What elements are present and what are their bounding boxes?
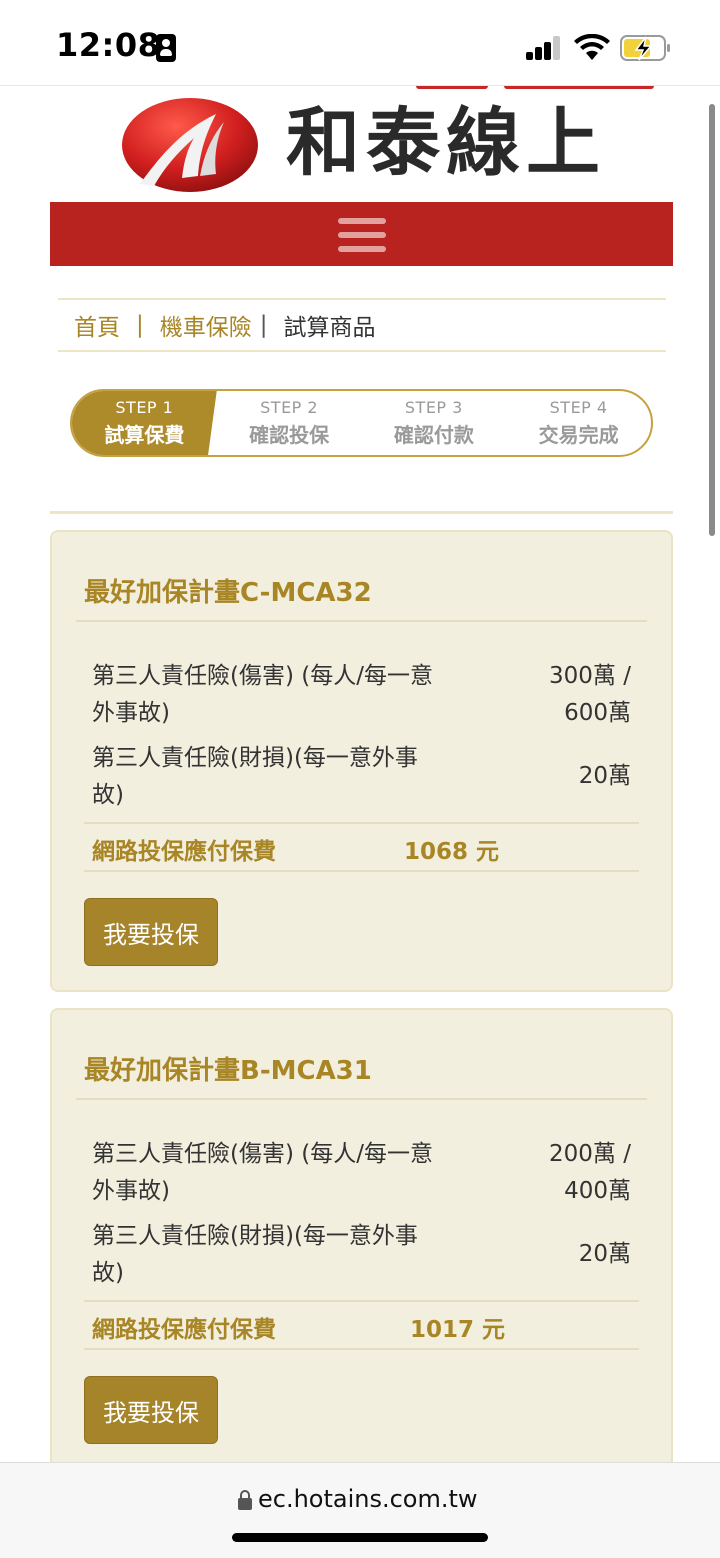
coverage-name: 第三人責任險(財損)(每一意外事 故) xyxy=(92,740,482,814)
step-number: STEP 4 xyxy=(549,398,608,417)
signal-icon xyxy=(526,36,562,60)
coverage-name-line: 外事故) xyxy=(92,700,170,726)
wifi-icon xyxy=(574,34,610,60)
coverage-value-line: 300萬 / xyxy=(549,663,631,689)
plan-title: 最好加保計畫B-MCA31 xyxy=(84,1056,372,1086)
coverage-row: 第三人責任險(財損)(每一意外事 故) 20萬 xyxy=(92,740,631,814)
coverage-value-line: 400萬 xyxy=(564,1178,631,1204)
plan-card: 最好加保計畫C-MCA32 第三人責任險(傷害) (每人/每一意 外事故) 30… xyxy=(50,530,673,992)
apply-insurance-button[interactable]: 我要投保 xyxy=(84,1376,218,1444)
breadcrumb-separator: | xyxy=(136,312,144,338)
main-nav-bar xyxy=(50,202,673,266)
step-number: STEP 1 xyxy=(115,398,174,417)
apply-insurance-button[interactable]: 我要投保 xyxy=(84,898,218,966)
breadcrumb-current: 試算商品 xyxy=(283,315,376,341)
divider xyxy=(76,1098,647,1100)
step-number: STEP 3 xyxy=(404,398,463,417)
coverage-value: 20萬 xyxy=(511,758,631,795)
coverage-name-line: 第三人責任險(財損)(每一意外事 xyxy=(92,745,418,771)
coverage-name: 第三人責任險(財損)(每一意外事 故) xyxy=(92,1218,482,1292)
battery-charging-icon xyxy=(620,35,670,61)
step-number: STEP 2 xyxy=(260,398,319,417)
coverage-value-line: 20萬 xyxy=(578,1241,631,1267)
divider xyxy=(50,511,673,514)
lock-icon xyxy=(238,1490,252,1510)
logo-mark-icon xyxy=(122,98,258,192)
breadcrumb: 首頁 | 機車保險 | 試算商品 xyxy=(58,298,666,352)
coverage-name-line: 第三人責任險(傷害) (每人/每一意 xyxy=(92,1141,433,1167)
step-label: 試算保費 xyxy=(104,423,185,447)
coverage-name-line: 第三人責任險(傷害) (每人/每一意 xyxy=(92,663,433,689)
breadcrumb-motorcycle-insurance[interactable]: 機車保險 xyxy=(160,308,252,342)
step-1: STEP 1 試算保費 xyxy=(72,391,217,455)
coverage-value: 300萬 / 600萬 xyxy=(511,658,631,732)
coverage-row: 第三人責任險(傷害) (每人/每一意 外事故) 200萬 / 400萬 xyxy=(92,1136,631,1210)
plan-card: 最好加保計畫B-MCA31 第三人責任險(傷害) (每人/每一意 外事故) 20… xyxy=(50,1008,673,1478)
premium-value: 1017 元 xyxy=(410,1317,506,1343)
coverage-value-line: 200萬 / xyxy=(549,1141,631,1167)
divider xyxy=(76,620,647,622)
coverage-value: 20萬 xyxy=(511,1236,631,1273)
hamburger-menu-icon[interactable] xyxy=(338,216,386,254)
browser-url-bar[interactable]: ec.hotains.com.tw xyxy=(0,1462,720,1558)
status-bar: 12:08 xyxy=(0,0,720,86)
step-label: 確認投保 xyxy=(249,423,330,447)
premium-row: 網路投保應付保費 1017 元 xyxy=(84,1300,639,1350)
breadcrumb-separator: | xyxy=(259,312,268,338)
coverage-name-line: 故) xyxy=(92,1260,124,1286)
coverage-value: 200萬 / 400萬 xyxy=(511,1136,631,1210)
plan-title: 最好加保計畫C-MCA32 xyxy=(84,578,372,608)
premium-label: 網路投保應付保費 xyxy=(92,1317,276,1343)
coverage-name: 第三人責任險(傷害) (每人/每一意 外事故) xyxy=(92,658,482,732)
person-icon xyxy=(156,34,176,62)
premium-row: 網路投保應付保費 1068 元 xyxy=(84,822,639,872)
logo-text: 和泰線上 xyxy=(286,100,606,186)
coverage-value-line: 20萬 xyxy=(578,763,631,789)
progress-steps: STEP 1 試算保費 STEP 2 確認投保 STEP 3 確認付款 STEP… xyxy=(70,389,653,457)
step-4: STEP 4 交易完成 xyxy=(506,391,651,455)
coverage-name-line: 外事故) xyxy=(92,1178,170,1204)
premium-value: 1068 元 xyxy=(404,839,500,865)
step-label: 確認付款 xyxy=(393,423,474,447)
url-text[interactable]: ec.hotains.com.tw xyxy=(258,1485,478,1513)
coverage-name: 第三人責任險(傷害) (每人/每一意 外事故) xyxy=(92,1136,482,1210)
step-label: 交易完成 xyxy=(538,423,619,447)
top-tab-indicator xyxy=(416,86,488,89)
coverage-row: 第三人責任險(財損)(每一意外事 故) 20萬 xyxy=(92,1218,631,1292)
coverage-name-line: 故) xyxy=(92,782,124,808)
top-tab-indicator xyxy=(504,86,654,89)
coverage-row: 第三人責任險(傷害) (每人/每一意 外事故) 300萬 / 600萬 xyxy=(92,658,631,732)
step-3: STEP 3 確認付款 xyxy=(362,391,507,455)
coverage-value-line: 600萬 xyxy=(564,700,631,726)
status-time: 12:08 xyxy=(56,26,161,64)
premium-label: 網路投保應付保費 xyxy=(92,839,276,865)
scrollbar-thumb[interactable] xyxy=(709,104,715,536)
brand-logo[interactable]: 和泰線上 xyxy=(120,96,620,196)
breadcrumb-home[interactable]: 首頁 xyxy=(74,308,120,342)
coverage-name-line: 第三人責任險(財損)(每一意外事 xyxy=(92,1223,418,1249)
home-indicator[interactable] xyxy=(232,1533,488,1542)
step-2: STEP 2 確認投保 xyxy=(217,391,362,455)
